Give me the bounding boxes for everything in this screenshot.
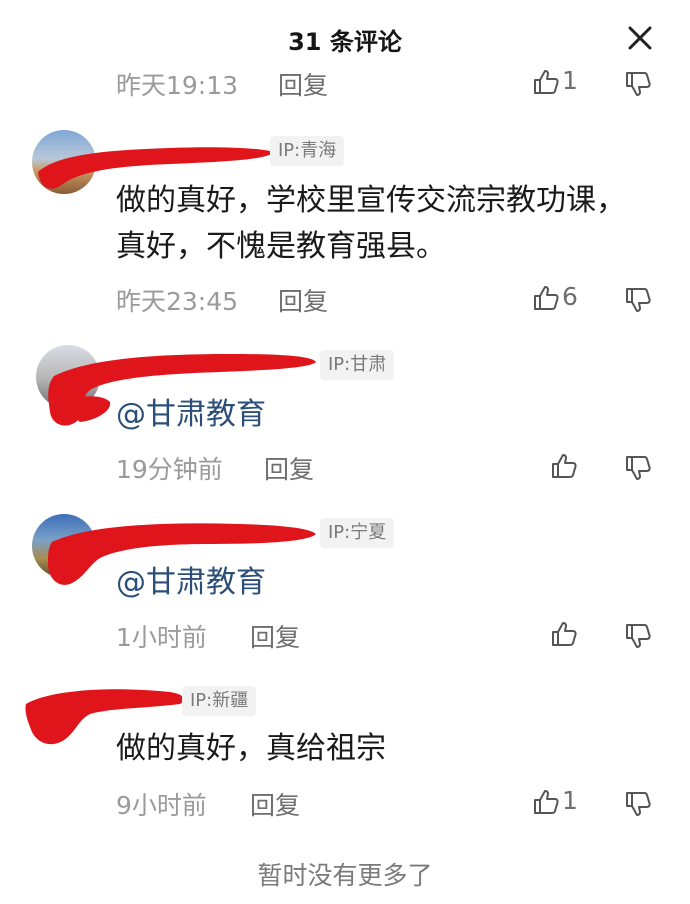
reply-button[interactable]: 回复 [264, 450, 314, 486]
comment-time: 昨天19:13 [116, 71, 239, 100]
reply-button[interactable]: 回复 [250, 786, 300, 822]
no-more-comments-text: 暂时没有更多了 [257, 861, 433, 890]
comments-count-title: 31 条评论 [288, 28, 402, 56]
thumbs-up-icon[interactable] [550, 452, 578, 480]
thumbs-down-icon[interactable] [624, 70, 652, 98]
comment-text: 做的真好，学校里宣传交流宗教功课，真好，不愧是教育强县。 [116, 183, 626, 264]
close-icon[interactable] [622, 20, 658, 56]
reply-button[interactable]: 回复 [250, 618, 300, 654]
reply-button[interactable]: 回复 [278, 282, 328, 318]
comment-time: 1小时前 [116, 623, 207, 652]
comment-time: 19分钟前 [116, 455, 223, 484]
like-count: 1 [562, 66, 578, 95]
thumbs-up-icon[interactable] [550, 620, 578, 648]
mention-link[interactable]: @甘肃教育 [116, 392, 636, 438]
reply-button[interactable]: 回复 [278, 66, 328, 102]
comment-text: 做的真好，真给祖宗 [116, 731, 386, 766]
ip-location-badge: IP:甘肃 [320, 350, 395, 380]
thumbs-down-icon[interactable] [624, 286, 652, 314]
thumbs-down-icon[interactable] [624, 454, 652, 482]
ip-location-badge: IP:宁夏 [320, 518, 395, 548]
thumbs-up-icon[interactable] [532, 788, 560, 816]
ip-location-badge: IP:青海 [270, 136, 345, 166]
thumbs-up-icon[interactable] [532, 68, 560, 96]
thumbs-down-icon[interactable] [624, 622, 652, 650]
thumbs-down-icon[interactable] [624, 790, 652, 818]
ip-location-badge: IP:新疆 [182, 686, 257, 716]
comments-header: 31 条评论 [0, 0, 690, 78]
mention-link[interactable]: @甘肃教育 [116, 560, 636, 606]
like-count: 6 [562, 282, 578, 311]
thumbs-up-icon[interactable] [532, 284, 560, 312]
like-count: 1 [562, 786, 578, 815]
comment-time: 昨天23:45 [116, 287, 239, 316]
comment-time: 9小时前 [116, 791, 207, 820]
